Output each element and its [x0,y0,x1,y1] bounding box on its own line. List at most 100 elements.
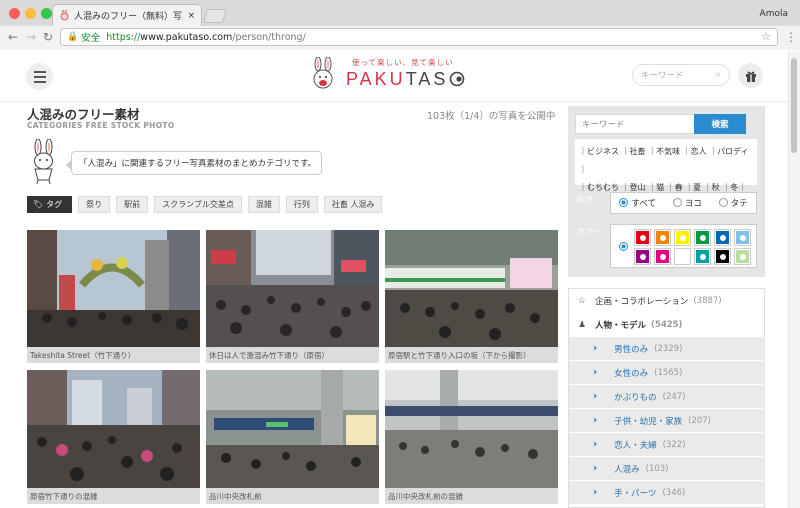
back-icon[interactable]: ← [5,30,21,44]
color-swatch[interactable] [735,249,750,264]
active-tab[interactable]: 人混みのフリー（無料）写真素 × [52,4,202,26]
scrollbar-thumb[interactable] [791,58,797,153]
subcategory-item[interactable]: › 子供・幼児・家族 (207) [569,409,765,432]
photo-caption[interactable]: 品川中央改札前の混雑 [385,488,558,504]
photo-thumbnail[interactable] [206,370,379,488]
subcategory-count: (346) [662,487,686,498]
photo-card[interactable]: Takeshita Street（竹下通り） [27,230,200,363]
header-search-input[interactable]: キーワード ⌕ [632,64,730,86]
color-swatch[interactable] [675,230,690,245]
tag-chip[interactable]: 社畜 人混み [323,196,383,213]
photo-card[interactable]: 原宿竹下通りの混雑 [27,370,200,504]
photo-thumbnail[interactable] [27,370,200,488]
sidebar-search-input[interactable]: キーワード [575,114,695,134]
orientation-all-label: すべて [631,199,656,209]
subcategory-item[interactable]: › 女性のみ (1565) [569,361,765,384]
chevron-right-icon: › [593,391,598,402]
photo-thumbnail[interactable] [206,230,379,347]
category-description-bubble: 「人混み」に関連するフリー写真素材のまとめカテゴリです。 [66,151,322,175]
photo-card[interactable]: 品川中央改札前 [206,370,379,504]
page-subtitle: CATEGORIES FREE STOCK PHOTO [27,121,175,130]
tag-chip[interactable]: 混雑 [247,196,280,213]
radio-checked-icon[interactable] [619,198,629,207]
photo-caption[interactable]: Takeshita Street（竹下通り） [27,347,200,363]
chevron-right-icon: › [593,487,598,498]
forward-icon[interactable]: → [23,30,39,44]
color-swatch[interactable] [695,249,710,264]
zoom-window-button[interactable] [41,8,52,19]
sidebar-search-button[interactable]: 検索 [694,114,746,134]
color-swatch[interactable] [695,230,710,245]
orientation-all[interactable]: すべて [619,197,656,209]
color-swatch[interactable] [635,230,650,245]
orientation-landscape-label: ヨコ [684,199,702,209]
color-swatch[interactable] [675,249,690,264]
star-icon: ☆ [578,296,586,306]
logo-wordmark: PAKUTAS [346,69,465,90]
subcategory-item[interactable]: › 恋人・夫婦 (322) [569,433,765,456]
subcategory-count: (103) [645,463,669,474]
subcategory-label: 人混み [614,464,640,475]
address-bar[interactable]: 🔒 安全 https://www.pakutaso.com/person/thr… [60,28,778,46]
photo-caption[interactable]: 品川中央改札前 [206,488,379,504]
tag-icon: 🏷 [33,200,44,209]
color-options [610,224,757,268]
tag-chip[interactable]: 祭り [78,196,111,213]
color-swatch[interactable] [655,230,670,245]
site-logo[interactable]: 使って楽しい、見て楽しい PAKUTAS [310,57,485,97]
logo-o-icon [450,71,465,87]
category-list: ☆ 企画・コラボレーション (3887) ♟ 人物・モデル (5425) › 男性のみ (2… [568,288,765,508]
tag-chip[interactable]: 行列 [285,196,318,213]
category-item[interactable]: ♟ 人物・モデル (5425) [569,313,765,337]
photo-caption[interactable]: 原宿駅と竹下通り入口の坂（下から撮影） [385,347,558,363]
subcategory-count: (207) [688,415,711,426]
orientation-portrait[interactable]: タテ [718,197,748,209]
photo-card[interactable]: 品川中央改札前の混雑 [385,370,558,504]
orientation-portrait-label: タテ [730,199,748,209]
profile-name[interactable]: Amola [760,9,788,19]
close-window-button[interactable] [9,8,20,19]
photo-card[interactable]: 原宿駅と竹下通り入口の坂（下から撮影） [385,230,558,363]
photo-caption[interactable]: 原宿竹下通りの混雑 [27,488,200,504]
subcategory-item[interactable]: › 男性のみ (2329) [569,337,765,360]
search-icon[interactable]: ⌕ [715,69,721,80]
subcategory-item[interactable]: › 手・パーツ (346) [569,481,765,504]
tab-close-icon[interactable]: × [187,11,195,21]
hamburger-menu-button[interactable] [26,63,53,90]
tag-heading-label: タグ [46,200,63,209]
color-swatch[interactable] [715,230,730,245]
browser-chrome: 人混みのフリー（無料）写真素 × Amola ← → ↻ 🔒 安全 https:… [0,0,800,50]
browser-menu-icon[interactable]: ⋮ [785,30,797,44]
url-host: www.pakutaso.com [140,31,233,43]
subcategory-item[interactable]: › 人混み (103) [569,457,765,480]
keyword-row[interactable]: ｜ビジネス ｜社畜 ｜不気味 ｜恋人 ｜パロディ｜ [579,143,753,179]
color-swatch[interactable] [635,249,650,264]
subcategory-count: (247) [662,391,686,402]
new-tab-button[interactable] [203,9,227,23]
color-swatch[interactable] [735,230,750,245]
photo-card[interactable]: 休日は人で激混み竹下通り（原宿） [206,230,379,363]
photo-thumbnail[interactable] [385,230,558,347]
color-swatch[interactable] [715,249,730,264]
radio-icon[interactable] [672,198,682,207]
tag-chip[interactable]: スクランブル交差点 [154,196,242,213]
color-swatch[interactable] [655,249,670,264]
category-item[interactable]: ☆ 企画・コラボレーション (3887) [569,289,765,313]
gift-icon[interactable] [738,63,763,88]
radio-icon[interactable] [718,198,728,207]
subcategory-item[interactable]: › かぶりもの (247) [569,385,765,408]
tag-chip[interactable]: 駅前 [116,196,149,213]
photo-caption[interactable]: 休日は人で激混み竹下通り（原宿） [206,347,379,363]
header-divider [0,101,788,102]
orientation-landscape[interactable]: ヨコ [672,197,702,209]
minimize-window-button[interactable] [25,8,36,19]
subcategory-label: 女性のみ [614,368,649,379]
bubble-text: 「人混み」に関連するフリー写真素材のまとめカテゴリです。 [79,159,317,169]
reload-icon[interactable]: ↻ [40,30,56,44]
subcategory-count: (322) [662,439,686,450]
photo-thumbnail[interactable] [27,230,200,347]
color-all-radio-icon[interactable] [619,242,628,251]
subcategory-label: かぶりもの [614,392,657,403]
photo-thumbnail[interactable] [385,370,558,488]
bookmark-star-icon[interactable]: ☆ [761,30,771,43]
